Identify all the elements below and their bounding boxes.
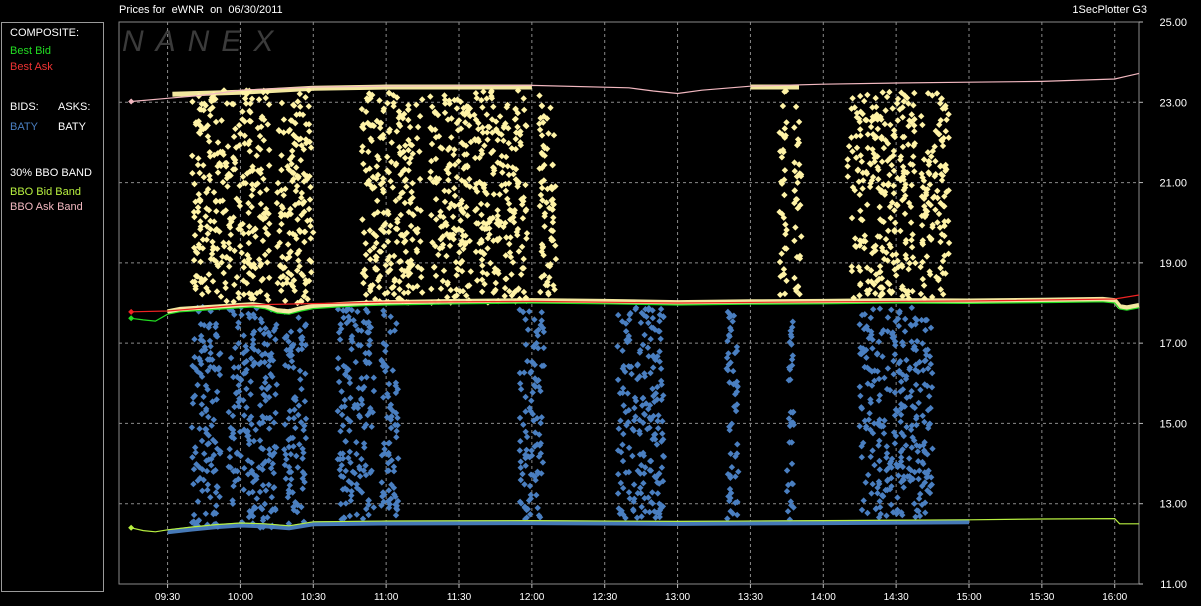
legend-panel: COMPOSITE: Best Bid Best Ask BIDS: ASKS:…: [1, 22, 104, 592]
x-tick-label: 15:30: [1029, 592, 1054, 603]
legend-composite-heading: COMPOSITE:: [10, 27, 80, 39]
x-tick-label: 09:30: [155, 592, 180, 603]
x-tick-label: 10:00: [228, 592, 253, 603]
legend-bids-heading: BIDS:: [10, 101, 39, 113]
y-tick-label: 17.00: [1159, 338, 1187, 350]
legend-best-bid: Best Bid: [10, 45, 51, 57]
legend-asks-heading: ASKS:: [58, 101, 91, 113]
x-tick-label: 13:30: [738, 592, 763, 603]
x-tick-label: 10:30: [301, 592, 326, 603]
legend-ask-exchange: BATY: [58, 121, 86, 133]
y-tick-label: 11.00: [1160, 579, 1187, 591]
nanex-watermark: NANEX: [122, 25, 285, 58]
legend-ask-band: BBO Ask Band: [10, 201, 83, 213]
y-tick-label: 19.00: [1159, 258, 1187, 270]
x-tick-label: 11:00: [374, 592, 399, 603]
legend-best-ask: Best Ask: [10, 61, 53, 73]
x-tick-label: 11:30: [447, 592, 472, 603]
y-tick-label: 21.00: [1159, 178, 1187, 190]
plotter-name: 1SecPlotter G3: [1072, 4, 1147, 16]
x-tick-label: 13:00: [665, 592, 690, 603]
x-tick-label: 16:00: [1102, 592, 1127, 603]
legend-bid-band: BBO Bid Band: [10, 186, 81, 198]
x-tick-label: 15:00: [956, 592, 981, 603]
legend-band-heading: 30% BBO BAND: [10, 167, 92, 179]
x-tick-label: 14:00: [811, 592, 836, 603]
price-chart: NANEX 09:30 10:00 10:30 11:00 11:30 12:00 12:3…: [118, 17, 1187, 603]
y-tick-label: 15.00: [1159, 418, 1187, 430]
x-tick-label: 12:30: [592, 592, 617, 603]
y-tick-label: 23.00: [1159, 97, 1187, 109]
y-tick-label: 13.00: [1159, 499, 1187, 511]
x-tick-label: 14:30: [884, 592, 909, 603]
chart-title: Prices for eWNR on 06/30/2011: [119, 4, 283, 16]
title-bar: Prices for eWNR on 06/30/2011 1SecPlotte…: [0, 0, 1201, 22]
x-tick-label: 12:00: [519, 592, 544, 603]
legend-bid-exchange: BATY: [10, 121, 38, 133]
